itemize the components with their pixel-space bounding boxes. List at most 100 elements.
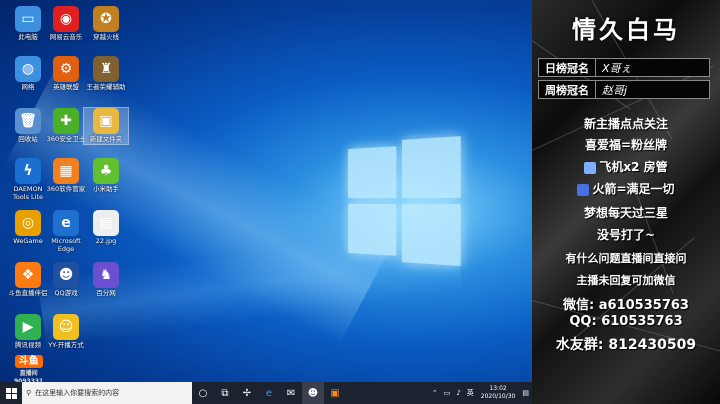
notification-icon[interactable]: ▤	[522, 389, 529, 397]
desktop-icon[interactable]: ☺ YY-开播方式	[44, 314, 88, 350]
desktop-icon-label: 新建文件夹	[89, 135, 123, 143]
task-view-icon[interactable]: ⧉	[214, 382, 236, 404]
panel-line-text: 新主播点点关注	[583, 117, 668, 131]
desktop-icon-label: 王者荣耀辅助	[86, 83, 126, 91]
edge-taskbar-icon[interactable]: e	[258, 382, 280, 404]
windows-icon	[5, 387, 17, 399]
desktop-icon-label: 百分网	[96, 289, 116, 297]
desktop-icon[interactable]: e Microsoft Edge	[44, 210, 88, 253]
panel-line: 主播未回复可加微信	[532, 272, 720, 288]
panel-line: QQ: 610535763	[532, 314, 720, 329]
desktop-icon-label: Microsoft Edge	[51, 237, 81, 253]
daily-rank-label: 日榜冠名	[539, 59, 596, 76]
ime-indicator[interactable]: 英	[467, 388, 474, 398]
system-tray: ⌃ ▭ ♪ 英 13:02 2020/10/30 ▤	[429, 385, 532, 401]
clock[interactable]: 13:02 2020/10/30	[481, 385, 516, 401]
desktop-icon-label: YY-开播方式	[48, 341, 84, 349]
network-icon[interactable]: ▭	[444, 389, 451, 397]
search-icon: ⚲	[26, 389, 32, 397]
desktop-icon[interactable]: ⚙ 英雄联盟	[44, 56, 88, 92]
app-icon: ◉	[53, 6, 79, 32]
desktop-icon[interactable]: ▤ 22.jpg	[84, 210, 128, 246]
clock-time: 13:02	[489, 385, 507, 392]
app-icon: 🗑	[15, 108, 41, 134]
app-icon: ◎	[15, 210, 41, 236]
app-icon: ▣	[93, 108, 119, 134]
chevron-up-icon[interactable]: ⌃	[432, 389, 438, 397]
app-icon: ▭	[15, 6, 41, 32]
app-icon: ◍	[15, 56, 41, 82]
desktop-icon[interactable]: ♜ 王者荣耀辅助	[84, 56, 128, 92]
panel-line: 飞机x2 房管	[532, 158, 720, 175]
panel-line-text: 飞机x2 房管	[599, 160, 668, 174]
game-taskbar-icon[interactable]: ☻	[302, 382, 324, 404]
panel-line: 没号打了~	[532, 226, 720, 243]
cortana-icon[interactable]: ○	[192, 382, 214, 404]
windows-logo-wallpaper	[348, 136, 461, 267]
stream-info-panel: 情久白马 日榜冠名 X哥ぇ 周榜冠名 赵哥j 新主播点点关注 喜爱福=粉丝牌飞机x…	[532, 0, 720, 404]
douyu-watermark: 斗鱼 直播间 9093331	[14, 352, 43, 382]
desktop-icon[interactable]: ♞ 百分网	[84, 262, 128, 298]
desktop-icon-label: 穿越火线	[93, 33, 119, 41]
app-icon: ✚	[53, 108, 79, 134]
desktop-icon[interactable]: ▣ 新建文件夹	[83, 107, 129, 145]
panel-line-text: 有什么问题直播间直接问	[565, 252, 687, 265]
clock-date: 2020/10/30	[480, 393, 516, 400]
panel-line-text: QQ: 610535763	[569, 314, 683, 329]
app-icon: ❖	[15, 262, 41, 288]
app-icon: ϟ	[15, 158, 41, 184]
desktop-icon[interactable]: ▦ 360软件管家	[44, 158, 88, 194]
plane-gift-icon	[584, 161, 597, 174]
panel-line: 喜爱福=粉丝牌	[532, 136, 720, 153]
weekly-rank-label: 周榜冠名	[539, 81, 596, 98]
desktop-icon-label: QQ游戏	[54, 289, 78, 297]
app-icon: ☺	[53, 314, 79, 340]
weekly-rank-value: 赵哥j	[602, 83, 628, 97]
panel-line-text: 主播未回复可加微信	[576, 274, 676, 287]
desktop-icon[interactable]: ✪ 穿越火线	[84, 6, 128, 42]
panel-line: 新主播点点关注	[532, 115, 720, 132]
search-placeholder: 在这里输入你要搜索的内容	[35, 389, 120, 397]
desktop-icon-label: 英雄联盟	[53, 83, 79, 91]
desktop: ▭ 此电脑 ◉ 网易云音乐 ✪ 穿越火线 ◍ 网络 ⚙ 英雄联盟 ♜ 王者荣耀辅助 🗑 回收站 ✚ 360安全…	[0, 0, 532, 382]
app-icon: ▤	[93, 210, 119, 236]
start-button[interactable]	[0, 382, 22, 404]
live-app-taskbar-icon[interactable]: ▣	[324, 382, 346, 404]
desktop-icon-label: 网易云音乐	[49, 33, 83, 41]
panel-line-text: 火箭=满足一切	[592, 182, 675, 196]
daily-rank-value: X哥ぇ	[602, 61, 632, 75]
panel-line-text: 水友群: 812430509	[555, 337, 697, 353]
panel-line-text: 喜爱福=粉丝牌	[584, 138, 668, 152]
app-icon: ☻	[53, 262, 79, 288]
desktop-icon-label: 360软件管家	[46, 185, 86, 193]
panel-line: 有什么问题直播间直接问	[532, 250, 720, 266]
panel-line-text: 微信: a610535763	[563, 298, 689, 313]
douyu-logo: 斗鱼	[14, 355, 43, 368]
rocket-gift-icon	[577, 183, 590, 196]
volume-icon[interactable]: ♪	[456, 389, 460, 397]
desktop-icon[interactable]: ◉ 网易云音乐	[44, 6, 88, 42]
panel-line: 火箭=满足一切	[532, 180, 720, 197]
desktop-icon[interactable]: ♣ 小米助手	[84, 158, 128, 194]
desktop-icon-label: 360安全卫士	[46, 135, 86, 143]
daily-rank-box: 日榜冠名 X哥ぇ	[538, 58, 710, 77]
mail-icon[interactable]: ✉	[280, 382, 302, 404]
app-icon: ♣	[93, 158, 119, 184]
streamer-name-title: 情久白马	[572, 16, 680, 44]
app-icon: e	[53, 210, 79, 236]
app-icon: ♜	[93, 56, 119, 82]
desktop-icon[interactable]: ☻ QQ游戏	[44, 262, 88, 298]
taskbar: ⚲ 在这里输入你要搜索的内容 ○ ⧉ ✢ e ✉ ☻ ▣ ⌃ ▭ ♪ 英 13:…	[0, 382, 532, 404]
fan-app-icon[interactable]: ✢	[236, 382, 258, 404]
app-icon: ⚙	[53, 56, 79, 82]
panel-line-text: 梦想每天过三星	[583, 206, 668, 220]
douyu-sub: 直播间	[19, 370, 38, 377]
taskbar-search-box[interactable]: ⚲ 在这里输入你要搜索的内容	[22, 382, 192, 404]
panel-line: 水友群: 812430509	[532, 334, 720, 354]
panel-line: 梦想每天过三星	[532, 204, 720, 221]
app-icon: ♞	[93, 262, 119, 288]
weekly-rank-box: 周榜冠名 赵哥j	[538, 80, 710, 99]
desktop-icon[interactable]: ✚ 360安全卫士	[44, 108, 88, 144]
panel-line-text: 没号打了~	[596, 228, 656, 242]
app-icon: ✪	[93, 6, 119, 32]
